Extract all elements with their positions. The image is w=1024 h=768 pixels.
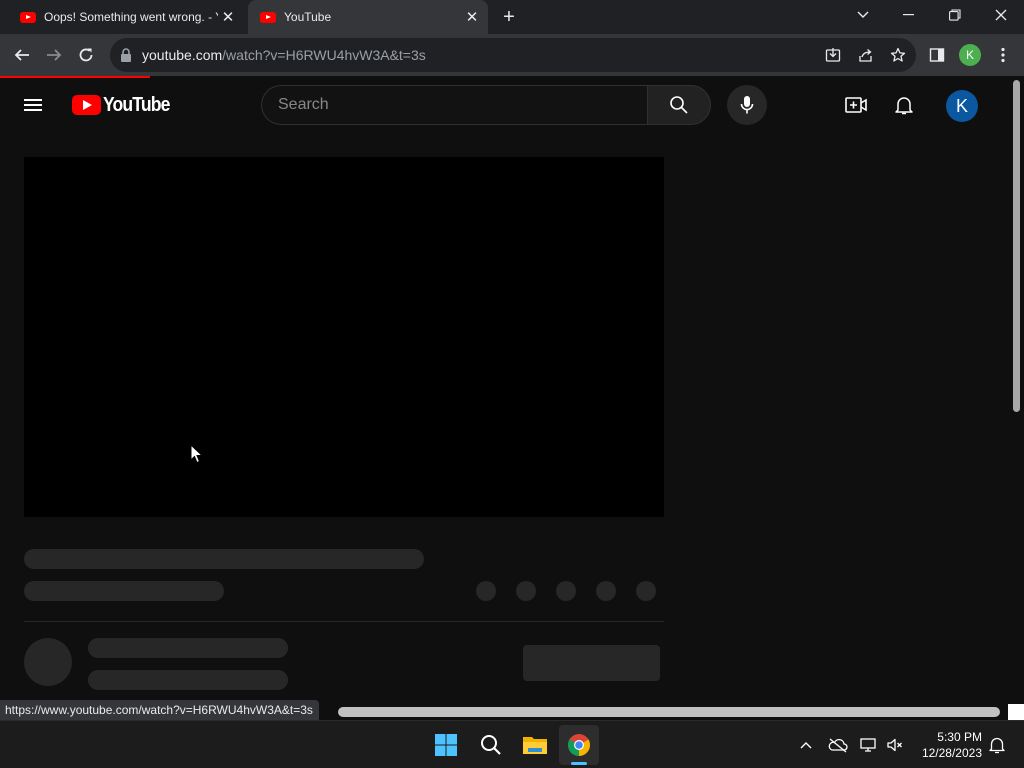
- url-path: /watch?v=H6RWU4hvW3A&t=3s: [222, 47, 426, 63]
- video-player[interactable]: [24, 157, 664, 517]
- restore-button[interactable]: [932, 0, 978, 30]
- youtube-favicon-icon: [260, 11, 276, 23]
- chrome-menu-icon[interactable]: [988, 40, 1018, 70]
- clock-time: 5:30 PM: [937, 730, 982, 744]
- microphone-icon: [740, 96, 754, 114]
- action-skeleton: [516, 581, 536, 601]
- close-window-button[interactable]: [978, 0, 1024, 30]
- close-tab-icon[interactable]: ✕: [462, 7, 482, 27]
- show-hidden-icons-chevron-icon[interactable]: [795, 734, 817, 756]
- browser-tab-strip: Oops! Something went wrong. - YouTube ✕ …: [0, 0, 1024, 34]
- voice-search-button[interactable]: [727, 85, 767, 125]
- notification-center-icon[interactable]: [986, 734, 1008, 756]
- chrome-profile-avatar[interactable]: K: [959, 44, 981, 66]
- side-panel-icon[interactable]: [922, 40, 952, 70]
- install-app-icon[interactable]: [822, 45, 844, 65]
- network-icon[interactable]: [858, 734, 880, 756]
- info-skeleton: [24, 581, 224, 601]
- action-skeleton: [476, 581, 496, 601]
- action-skeleton: [636, 581, 656, 601]
- search-box: [261, 85, 647, 125]
- mouse-cursor-icon: [190, 444, 204, 464]
- youtube-masthead: YouTube K: [0, 78, 1010, 134]
- title-skeleton: [24, 549, 424, 569]
- active-app-indicator: [571, 762, 587, 765]
- address-bar[interactable]: youtube.com/watch?v=H6RWU4hvW3A&t=3s: [110, 38, 916, 72]
- browser-toolbar: youtube.com/watch?v=H6RWU4hvW3A&t=3s K: [0, 34, 1024, 76]
- taskbar-search-button[interactable]: [471, 725, 511, 765]
- subscribe-button-skeleton: [523, 645, 660, 681]
- create-video-icon[interactable]: [844, 93, 868, 117]
- chrome-icon: [568, 734, 590, 756]
- new-tab-button[interactable]: +: [498, 6, 520, 28]
- youtube-favicon-icon: [20, 11, 36, 23]
- action-skeleton: [556, 581, 576, 601]
- taskbar-clock[interactable]: 5:30 PM 12/28/2023: [912, 729, 982, 761]
- url-text: youtube.com/watch?v=H6RWU4hvW3A&t=3s: [142, 47, 426, 63]
- notifications-bell-icon[interactable]: [892, 93, 916, 117]
- minimize-button[interactable]: [886, 0, 932, 30]
- chrome-taskbar-button[interactable]: [559, 725, 599, 765]
- search-input[interactable]: [278, 86, 638, 124]
- tab-youtube[interactable]: YouTube ✕: [248, 0, 488, 34]
- windows-taskbar: 5:30 PM 12/28/2023: [0, 720, 1024, 768]
- volume-muted-icon[interactable]: [884, 734, 906, 756]
- tab-title: YouTube: [284, 10, 332, 24]
- divider: [24, 621, 664, 622]
- reload-button[interactable]: [71, 40, 101, 70]
- vertical-scrollbar[interactable]: [1010, 78, 1024, 704]
- share-icon[interactable]: [855, 45, 877, 65]
- youtube-play-icon: [72, 95, 101, 115]
- start-button[interactable]: [426, 725, 466, 765]
- forward-button[interactable]: [39, 40, 69, 70]
- scroll-thumb[interactable]: [1013, 80, 1020, 412]
- youtube-logo-text: YouTube: [103, 93, 170, 116]
- url-host: youtube.com: [142, 47, 223, 63]
- link-status-bubble: https://www.youtube.com/watch?v=H6RWU4hv…: [0, 700, 319, 720]
- tab-title: Oops! Something went wrong. - YouTube: [44, 10, 218, 24]
- channel-avatar-skeleton: [24, 638, 72, 686]
- bookmark-star-icon[interactable]: [887, 45, 909, 65]
- back-button[interactable]: [7, 40, 37, 70]
- lock-icon[interactable]: [120, 48, 132, 62]
- windows-logo-icon: [435, 734, 457, 756]
- clock-date: 12/28/2023: [921, 746, 982, 760]
- search-icon: [481, 735, 501, 755]
- tab-search-chevron-icon[interactable]: [840, 0, 886, 30]
- screen: Oops! Something went wrong. - YouTube ✕ …: [0, 0, 1024, 768]
- guide-menu-icon[interactable]: [24, 96, 48, 116]
- folder-icon: [523, 737, 547, 754]
- search-button[interactable]: [647, 85, 711, 125]
- scrollbar-corner: [1008, 704, 1024, 720]
- search-icon: [670, 96, 688, 114]
- channel-subs-skeleton: [88, 670, 288, 690]
- tab-oops[interactable]: Oops! Something went wrong. - YouTube ✕: [8, 0, 244, 34]
- account-avatar[interactable]: K: [946, 90, 978, 122]
- file-explorer-button[interactable]: [515, 725, 555, 765]
- close-tab-icon[interactable]: ✕: [218, 7, 238, 27]
- onedrive-offline-icon[interactable]: [827, 734, 849, 756]
- scroll-thumb[interactable]: [338, 707, 1000, 717]
- youtube-logo[interactable]: YouTube: [72, 93, 179, 117]
- action-skeleton: [596, 581, 616, 601]
- channel-name-skeleton: [88, 638, 288, 658]
